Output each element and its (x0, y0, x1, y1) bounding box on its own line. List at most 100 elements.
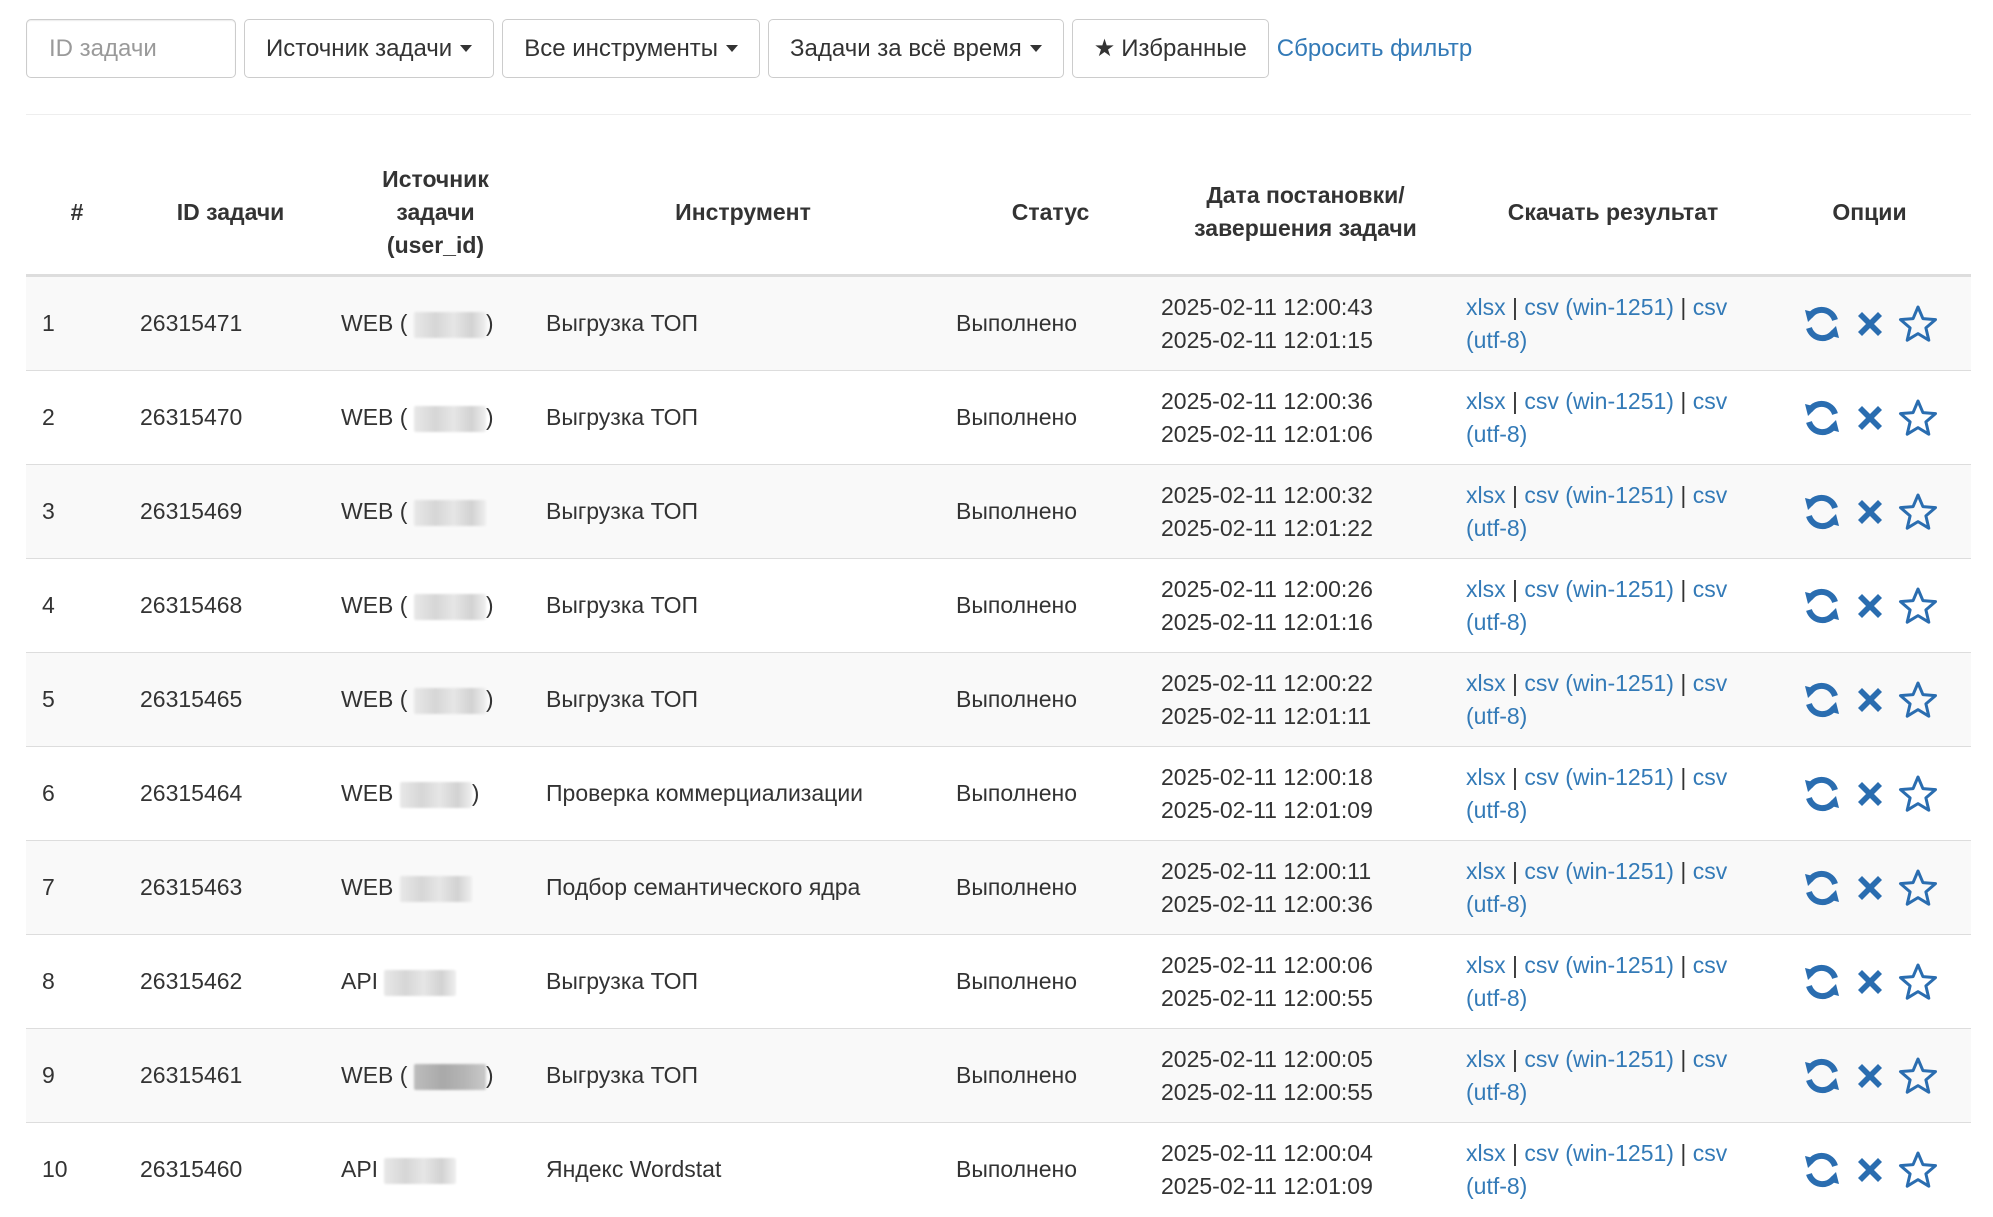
header-source[interactable]: Источник задачи (user_id) (333, 150, 538, 277)
refresh-icon[interactable] (1801, 303, 1843, 345)
star-outline-icon[interactable] (1897, 1149, 1939, 1191)
tools-dropdown[interactable]: Все инструменты (502, 19, 761, 78)
star-outline-icon[interactable] (1897, 773, 1939, 815)
row-num: 7 (42, 874, 55, 900)
download-csv-win1251-link[interactable]: csv (win-1251) (1524, 764, 1674, 790)
row-start-date: 2025-02-11 12:00:18 (1161, 763, 1373, 790)
star-outline-icon[interactable] (1897, 303, 1939, 345)
row-tool: Выгрузка ТОП (546, 686, 699, 712)
close-icon[interactable] (1849, 1055, 1891, 1097)
header-num[interactable]: # (26, 150, 128, 277)
download-csv-win1251-link[interactable]: csv (win-1251) (1524, 482, 1674, 508)
refresh-icon[interactable] (1801, 585, 1843, 627)
download-xlsx-link[interactable]: xlsx (1466, 764, 1506, 790)
refresh-icon[interactable] (1801, 1149, 1843, 1191)
download-csv-utf8-link-encoding[interactable]: (utf-8) (1466, 515, 1527, 541)
link-separator: | (1680, 387, 1687, 414)
download-csv-utf8-link[interactable]: csv (1693, 1140, 1728, 1166)
download-csv-win1251-link[interactable]: csv (win-1251) (1524, 1046, 1674, 1072)
download-xlsx-link[interactable]: xlsx (1466, 482, 1506, 508)
download-csv-utf8-link-encoding[interactable]: (utf-8) (1466, 421, 1527, 447)
close-icon[interactable] (1849, 867, 1891, 909)
reset-filter-link[interactable]: Сбросить фильтр (1277, 35, 1472, 63)
download-csv-win1251-link[interactable]: csv (win-1251) (1524, 858, 1674, 884)
star-outline-icon[interactable] (1897, 961, 1939, 1003)
refresh-icon[interactable] (1801, 679, 1843, 721)
download-csv-utf8-link-encoding[interactable]: (utf-8) (1466, 327, 1527, 353)
refresh-icon[interactable] (1801, 867, 1843, 909)
close-icon[interactable] (1849, 303, 1891, 345)
close-icon[interactable] (1849, 397, 1891, 439)
download-csv-utf8-link-encoding[interactable]: (utf-8) (1466, 985, 1527, 1011)
download-xlsx-link[interactable]: xlsx (1466, 858, 1506, 884)
star-outline-icon[interactable] (1897, 1055, 1939, 1097)
close-icon[interactable] (1849, 585, 1891, 627)
download-xlsx-link[interactable]: xlsx (1466, 670, 1506, 696)
table-body: 1 26315471 WEB ( ) Выгрузка ТОП Выполнен… (26, 275, 1971, 1216)
close-icon[interactable] (1849, 773, 1891, 815)
refresh-icon[interactable] (1801, 773, 1843, 815)
period-dropdown[interactable]: Задачи за всё время (768, 19, 1064, 78)
download-csv-utf8-link[interactable]: csv (1693, 388, 1728, 414)
download-csv-win1251-link[interactable]: csv (win-1251) (1524, 952, 1674, 978)
download-csv-win1251-link[interactable]: csv (win-1251) (1524, 1140, 1674, 1166)
cell-status: Выполнено (948, 275, 1153, 371)
redacted-user-id (384, 969, 457, 996)
refresh-icon[interactable] (1801, 961, 1843, 1003)
close-icon[interactable] (1849, 961, 1891, 1003)
header-tool[interactable]: Инструмент (538, 150, 948, 277)
close-icon[interactable] (1849, 1149, 1891, 1191)
download-csv-utf8-link[interactable]: csv (1693, 858, 1728, 884)
header-source-line2: задачи (396, 198, 475, 225)
task-source-dropdown[interactable]: Источник задачи (244, 19, 495, 78)
cell-task-id: 26315468 (128, 558, 333, 653)
download-csv-utf8-link-encoding[interactable]: (utf-8) (1466, 797, 1527, 823)
task-id-search-input[interactable] (26, 19, 236, 78)
download-xlsx-link[interactable]: xlsx (1466, 388, 1506, 414)
download-xlsx-link[interactable]: xlsx (1466, 576, 1506, 602)
download-csv-win1251-link[interactable]: csv (win-1251) (1524, 576, 1674, 602)
download-csv-utf8-link[interactable]: csv (1693, 482, 1728, 508)
close-icon[interactable] (1849, 491, 1891, 533)
download-csv-utf8-link[interactable]: csv (1693, 294, 1728, 320)
row-start-date: 2025-02-11 12:00:32 (1161, 481, 1373, 508)
download-xlsx-link[interactable]: xlsx (1466, 952, 1506, 978)
download-csv-utf8-link[interactable]: csv (1693, 764, 1728, 790)
star-outline-icon[interactable] (1897, 491, 1939, 533)
download-csv-utf8-link[interactable]: csv (1693, 1046, 1728, 1072)
header-task-id[interactable]: ID задачи (128, 150, 333, 277)
star-outline-icon[interactable] (1897, 397, 1939, 439)
download-csv-win1251-link[interactable]: csv (win-1251) (1524, 388, 1674, 414)
download-csv-utf8-link-encoding[interactable]: (utf-8) (1466, 1173, 1527, 1199)
download-csv-utf8-link-encoding[interactable]: (utf-8) (1466, 891, 1527, 917)
download-csv-utf8-link-encoding[interactable]: (utf-8) (1466, 609, 1527, 635)
download-csv-win1251-link[interactable]: csv (win-1251) (1524, 670, 1674, 696)
link-separator: | (1680, 951, 1687, 978)
download-csv-utf8-link-encoding[interactable]: (utf-8) (1466, 703, 1527, 729)
cell-dates: 2025-02-11 12:00:04 2025-02-11 12:01:09 (1153, 1122, 1458, 1216)
download-csv-win1251-link[interactable]: csv (win-1251) (1524, 294, 1674, 320)
cell-source: WEB ( (333, 464, 538, 559)
close-icon[interactable] (1849, 679, 1891, 721)
star-outline-icon[interactable] (1897, 585, 1939, 627)
star-outline-icon[interactable] (1897, 679, 1939, 721)
refresh-icon[interactable] (1801, 491, 1843, 533)
download-csv-utf8-link-encoding[interactable]: (utf-8) (1466, 1079, 1527, 1105)
header-status[interactable]: Статус (948, 150, 1153, 277)
row-end-date: 2025-02-11 12:00:36 (1161, 890, 1373, 917)
favorites-button[interactable]: ★ Избранные (1071, 19, 1269, 78)
star-outline-icon[interactable] (1897, 867, 1939, 909)
row-end-date: 2025-02-11 12:01:22 (1161, 514, 1373, 541)
cell-status: Выполнено (948, 1122, 1153, 1216)
download-xlsx-link[interactable]: xlsx (1466, 1046, 1506, 1072)
download-xlsx-link[interactable]: xlsx (1466, 294, 1506, 320)
download-csv-utf8-link[interactable]: csv (1693, 952, 1728, 978)
download-csv-utf8-link[interactable]: csv (1693, 670, 1728, 696)
row-num: 4 (42, 592, 55, 618)
header-date[interactable]: Дата постановки/ завершения задачи (1153, 150, 1458, 277)
refresh-icon[interactable] (1801, 397, 1843, 439)
download-xlsx-link[interactable]: xlsx (1466, 1140, 1506, 1166)
cell-status: Выполнено (948, 370, 1153, 465)
download-csv-utf8-link[interactable]: csv (1693, 576, 1728, 602)
refresh-icon[interactable] (1801, 1055, 1843, 1097)
